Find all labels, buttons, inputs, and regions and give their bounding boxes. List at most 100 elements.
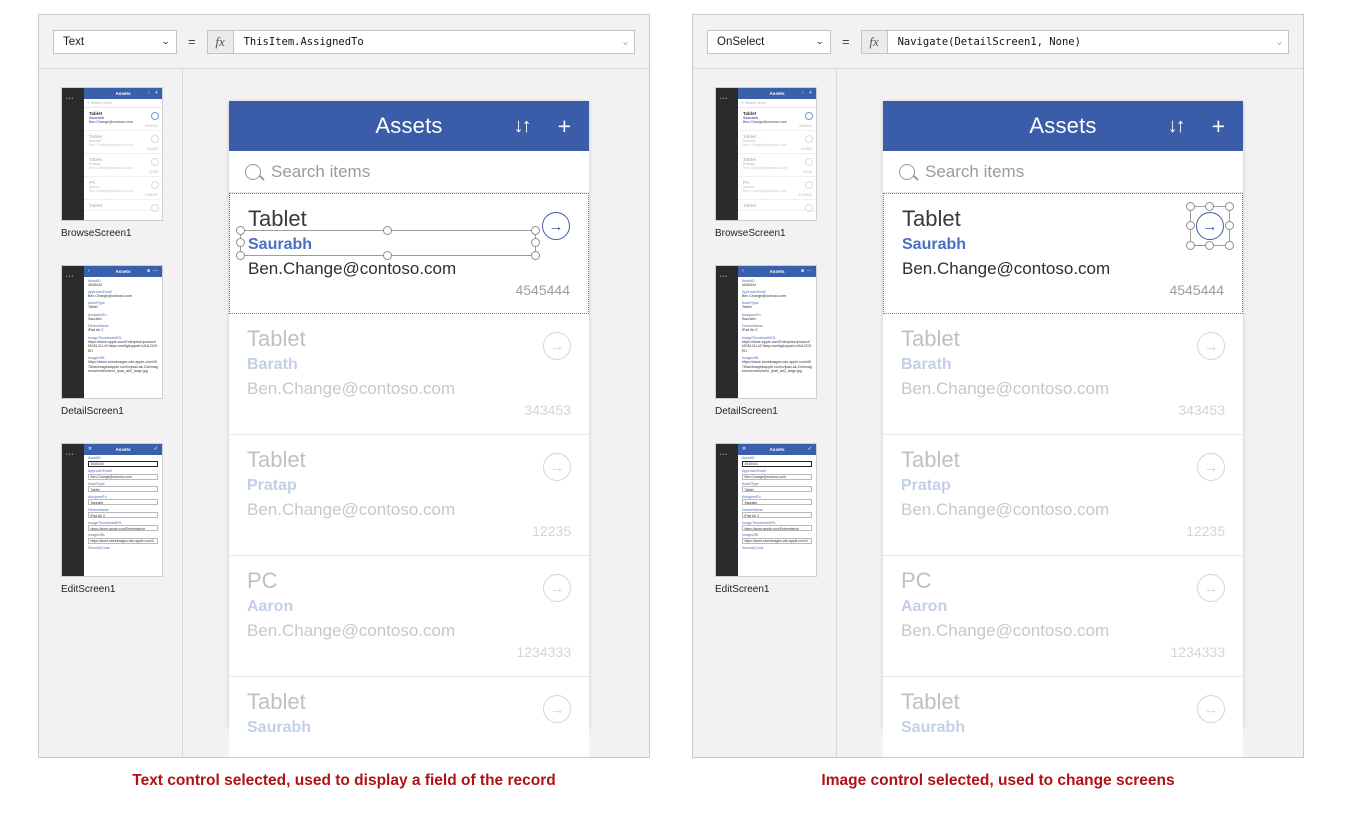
thumb-field-input[interactable]: iPad Air 2 bbox=[742, 512, 812, 519]
thumb-detail-field: ImageURL https://store.storeimages.cdn-a… bbox=[738, 355, 816, 375]
thumb-field-label: AssignedTo bbox=[88, 494, 107, 499]
property-dropdown-left[interactable]: Text ⌄ bbox=[53, 29, 177, 54]
navigate-arrow-icon[interactable]: → bbox=[543, 332, 571, 360]
navigate-arrow-icon[interactable]: → bbox=[543, 695, 571, 723]
navigate-arrow-icon[interactable]: → bbox=[1197, 453, 1225, 481]
formula-input-left[interactable]: ThisItem.AssignedTo ⌄ bbox=[232, 29, 635, 54]
thumb-field-label: AssetType bbox=[88, 481, 105, 486]
item-title: Tablet bbox=[901, 689, 960, 714]
gallery-item[interactable]: Tablet Pratap Ben.Change@contoso.com 122… bbox=[229, 435, 589, 556]
resize-handle-se[interactable] bbox=[1225, 241, 1234, 250]
screen-entry-detail-right[interactable]: ••• ‹ Assets ■ ⋯ AssetID 4545444 Approve… bbox=[693, 265, 836, 417]
thumb-field-input[interactable]: https://store.apple.com/Enterprise/pr bbox=[88, 525, 158, 532]
thumb-field-label: ImageThumbnailURL bbox=[742, 520, 776, 525]
sort-icon[interactable]: ↓↑ bbox=[514, 116, 532, 136]
thumb-detail-field: ApproverEmail Ben.Change@contoso.com bbox=[738, 288, 816, 299]
gallery-item-selected[interactable]: Tablet Saurabh Ben.Change@contoso.com 45… bbox=[883, 193, 1243, 314]
thumbnail-editscreen1[interactable]: ••• ✕ Assets ✓ AssetID 4545444 ApproverE bbox=[61, 443, 163, 577]
gallery-item[interactable]: Tablet Barath Ben.Change@contoso.com 343… bbox=[229, 314, 589, 435]
gallery-item[interactable]: PC Aaron Ben.Change@contoso.com 1234333 … bbox=[229, 556, 589, 677]
item-assigned-to: Aaron bbox=[901, 598, 948, 616]
screens-rail-right: ••• Assets ↕ + ⚲ Search items Tablet Sau… bbox=[693, 69, 837, 757]
thumb-arrow-icon bbox=[805, 204, 813, 212]
thumb-field-label: DeviceName bbox=[742, 507, 763, 512]
thumb-row-num: 1234333 bbox=[144, 192, 158, 197]
add-icon[interactable]: + bbox=[1212, 114, 1225, 138]
thumb-field-value: iPad Air 2 bbox=[88, 328, 104, 333]
navigate-arrow-icon[interactable]: → bbox=[543, 574, 571, 602]
thumb-field-input[interactable]: Saurabh bbox=[88, 499, 158, 506]
item-assigned-to[interactable]: Saurabh bbox=[248, 236, 570, 254]
search-icon bbox=[899, 163, 915, 180]
screen-entry-edit-right[interactable]: ••• ✕ Assets ✓ AssetID 4545444 ApproverE bbox=[693, 443, 836, 595]
gallery-item[interactable]: Tablet Pratap Ben.Change@contoso.com 122… bbox=[883, 435, 1243, 556]
item-number: 4545444 bbox=[515, 282, 570, 299]
screen-entry-detail-left[interactable]: ••• ‹ Assets ■ ⋯ AssetID 4545444 Approve… bbox=[39, 265, 182, 417]
thumb-row-num: 343453 bbox=[800, 146, 812, 151]
thumb-row: Tablet Pratap Ben.Change@contoso.com 122… bbox=[738, 154, 816, 177]
item-title: Tablet bbox=[247, 447, 306, 472]
phone-preview-left: Assets ↓↑ + Search items Tablet Saurabh … bbox=[229, 101, 589, 757]
thumbnail-detailscreen1[interactable]: ••• ‹ Assets ■ ⋯ AssetID 4545444 Approve… bbox=[61, 265, 163, 399]
thumb-field-input[interactable]: 4545444 bbox=[742, 460, 812, 467]
gallery-item[interactable]: PC Aaron Ben.Change@contoso.com 1234333 … bbox=[883, 556, 1243, 677]
thumbnail-browsescreen1[interactable]: ••• Assets ↕ + ⚲ Search items Tablet Sau… bbox=[61, 87, 163, 221]
add-icon[interactable]: + bbox=[558, 114, 571, 138]
thumbnail-editscreen1[interactable]: ••• ✕ Assets ✓ AssetID 4545444 ApproverE bbox=[715, 443, 817, 577]
thumb-sidebar-strip bbox=[62, 266, 84, 398]
gallery-item[interactable]: Tablet Saurabh → bbox=[229, 677, 589, 757]
navigate-arrow-icon[interactable]: → bbox=[1197, 574, 1225, 602]
thumb-field-input[interactable]: https://store.storeimages.cdn-apple.com/… bbox=[742, 537, 812, 544]
right-editor-panel: OnSelect ⌄ = fx Navigate(DetailScreen1, … bbox=[692, 14, 1304, 758]
thumbnail-browsescreen1[interactable]: ••• Assets ↕ + ⚲ Search items Tablet Sau… bbox=[715, 87, 817, 221]
thumb-field-input[interactable]: Tablet bbox=[88, 486, 158, 493]
item-number: 12235 bbox=[1186, 523, 1225, 540]
screen-entry-edit-left[interactable]: ••• ✕ Assets ✓ AssetID 4545444 ApproverE bbox=[39, 443, 182, 595]
thumb-field-input[interactable]: 4545444 bbox=[88, 460, 158, 467]
thumb-field-input[interactable]: Saurabh bbox=[742, 499, 812, 506]
thumb-field-input[interactable]: iPad Air 2 bbox=[88, 512, 158, 519]
thumbnail-detailscreen1[interactable]: ••• ‹ Assets ■ ⋯ AssetID 4545444 Approve… bbox=[715, 265, 817, 399]
resize-handle-e[interactable] bbox=[1225, 221, 1234, 230]
search-bar-right[interactable]: Search items bbox=[883, 151, 1243, 193]
search-bar-left[interactable]: Search items bbox=[229, 151, 589, 193]
thumb-field-input[interactable]: Tablet bbox=[742, 486, 812, 493]
caption-right: Image control selected, used to change s… bbox=[821, 772, 1175, 789]
thumb-dots-icon: ••• bbox=[720, 452, 729, 458]
item-email: Ben.Change@contoso.com bbox=[247, 621, 456, 641]
gallery-item-selected[interactable]: Tablet Saurabh Ben.Change@contoso.com 45… bbox=[229, 193, 589, 314]
sort-icon[interactable]: ↓↑ bbox=[1168, 116, 1186, 136]
thumb-sidebar-strip bbox=[62, 444, 84, 576]
thumb-field-input[interactable]: https://store.storeimages.cdn-apple.com/… bbox=[88, 537, 158, 544]
property-dropdown-right[interactable]: OnSelect ⌄ bbox=[707, 29, 831, 54]
thumb-edit-field: ImageThumbnailURL https://store.apple.co… bbox=[84, 519, 162, 532]
thumb-add-icon: + bbox=[155, 90, 158, 96]
gallery-item[interactable]: Tablet Saurabh → bbox=[883, 677, 1243, 757]
screens-rail-left: ••• Assets ↕ + ⚲ Search items Tablet Sau… bbox=[39, 69, 183, 757]
item-title: Tablet bbox=[248, 206, 307, 231]
thumb-field-input[interactable]: https://store.apple.com/Enterprise/pr bbox=[742, 525, 812, 532]
thumb-row: Tablet Saurabh Ben.Change@contoso.com 45… bbox=[738, 108, 816, 131]
thumb-field-value: Saurabh bbox=[88, 316, 102, 321]
screen-label-detailscreen1: DetailScreen1 bbox=[715, 406, 778, 417]
screen-entry-browse-right[interactable]: ••• Assets ↕ + ⚲ Search items Tablet Sau… bbox=[693, 87, 836, 239]
gallery-item[interactable]: Tablet Barath Ben.Change@contoso.com 343… bbox=[883, 314, 1243, 435]
thumb-field-label: AssignedTo bbox=[742, 494, 761, 499]
resize-handle-ne[interactable] bbox=[1225, 202, 1234, 211]
thumb-field-input[interactable]: Ben.Change@contoso.com bbox=[742, 473, 812, 480]
item-assigned-to: Saurabh bbox=[901, 719, 966, 737]
screen-entry-browse-left[interactable]: ••• Assets ↕ + ⚲ Search items Tablet Sau… bbox=[39, 87, 182, 239]
thumb-edit-field: AssetID 4545444 bbox=[738, 455, 816, 468]
item-email: Ben.Change@contoso.com bbox=[247, 500, 456, 520]
navigate-arrow-icon[interactable]: → bbox=[1196, 212, 1224, 240]
navigate-arrow-icon[interactable]: → bbox=[543, 453, 571, 481]
selected-image-control-wrap: → bbox=[1186, 202, 1234, 250]
navigate-arrow-icon[interactable]: → bbox=[1197, 332, 1225, 360]
navigate-arrow-icon[interactable]: → bbox=[542, 212, 570, 240]
formula-input-right[interactable]: Navigate(DetailScreen1, None) ⌄ bbox=[886, 29, 1289, 54]
thumb-field-input[interactable]: Ben.Change@contoso.com bbox=[88, 473, 158, 480]
resize-handle-w[interactable] bbox=[236, 238, 245, 247]
navigate-arrow-icon[interactable]: → bbox=[1197, 695, 1225, 723]
resize-handle-nw[interactable] bbox=[236, 226, 245, 235]
resize-handle-sw[interactable] bbox=[236, 251, 245, 260]
